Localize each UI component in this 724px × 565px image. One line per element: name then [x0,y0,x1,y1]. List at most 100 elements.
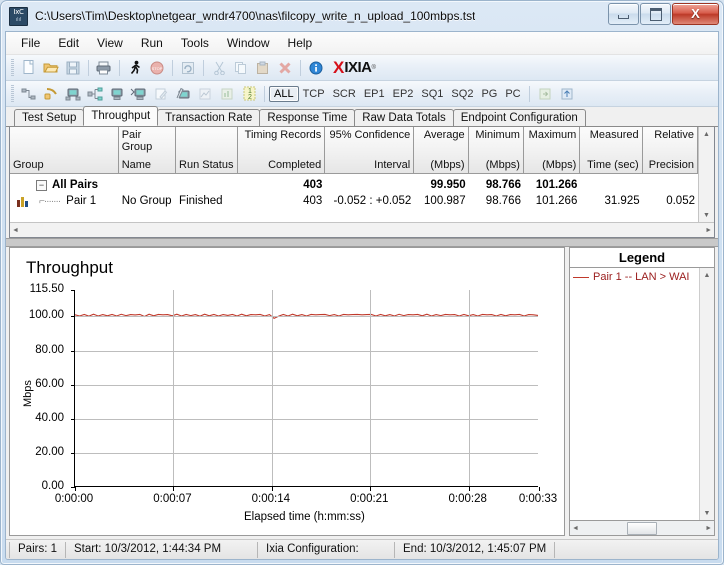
network-icon[interactable] [84,83,106,104]
tab-raw-data-totals[interactable]: Raw Data Totals [354,109,454,126]
column-header-measured-time[interactable]: Measured Time (sec) [580,127,643,174]
chart-x-tick [370,487,371,491]
chart-y-tick [71,316,75,317]
endpoint2-icon[interactable] [128,83,150,104]
tab-transaction-rate[interactable]: Transaction Rate [157,109,261,126]
connect-icon[interactable] [18,83,40,104]
close-button[interactable]: X [672,3,719,25]
chart-y-tick [71,290,75,291]
scroll-left-icon[interactable]: ◄ [572,521,579,535]
import-icon[interactable] [556,83,578,104]
call-icon[interactable] [40,83,62,104]
scroll-up-icon[interactable]: ▲ [699,127,714,141]
filter-all-button[interactable]: ALL [269,85,299,102]
menu-tools[interactable]: Tools [172,34,218,52]
tab-test-setup[interactable]: Test Setup [14,109,85,126]
filter-ep1-button[interactable]: EP1 [360,87,389,101]
scroll-down-icon[interactable]: ▼ [699,208,714,222]
menu-file[interactable]: File [12,34,49,52]
tab-throughput[interactable]: Throughput [83,106,159,126]
status-pairs: Pairs: 1 [9,541,66,558]
cut-icon[interactable] [208,57,230,78]
panel-splitter[interactable] [6,238,718,247]
scroll-left-icon[interactable]: ◄ [12,223,19,237]
table-vertical-scrollbar[interactable]: ▲ ▼ [698,127,714,222]
scroll-thumb[interactable] [627,521,657,535]
menu-help[interactable]: Help [279,34,322,52]
filter-sq1-button[interactable]: SQ1 [417,87,447,101]
report-icon[interactable] [216,83,238,104]
scroll-up-icon[interactable]: ▲ [700,268,714,282]
paste-icon[interactable] [252,57,274,78]
toolbar-grip[interactable] [11,59,14,76]
table-row[interactable]: ⌐······· Pair 1 No Group Finished 403 -0… [10,193,698,209]
maximize-button[interactable] [640,3,671,25]
column-header-label-2: Completed [268,159,322,171]
chart-icon[interactable] [194,83,216,104]
tree-connector-icon: ⌐······· [39,195,61,207]
column-header-relative-precision[interactable]: Relative Precision [642,127,698,174]
toolbar-separator [172,59,173,76]
legend-vertical-scrollbar[interactable]: ▲ ▼ [699,268,714,520]
print-icon[interactable] [93,57,115,78]
cell-relative-precision: 0.052 [666,195,695,207]
filter-ep2-button[interactable]: EP2 [389,87,418,101]
menu-view[interactable]: View [88,34,132,52]
scroll-right-icon[interactable]: ► [705,223,712,237]
column-header-timing-records-completed[interactable]: Timing Records Completed [238,127,326,174]
chart-x-tick [272,487,273,491]
tab-endpoint-configuration[interactable]: Endpoint Configuration [452,109,586,126]
chart-y-tick [71,351,75,352]
table-row[interactable]: − All Pairs 403 99.950 98.766 101.266 [10,177,698,193]
toolbar-separator [88,59,89,76]
edit-script-icon[interactable] [150,83,172,104]
legend-body: Pair 1 -- LAN > WAI ▲ ▼ [569,267,715,521]
filter-pg-button[interactable]: PG [477,87,501,101]
column-header-minimum-mbps[interactable]: Minimum (Mbps) [468,127,524,174]
delete-icon[interactable] [274,57,296,78]
column-header-group[interactable]: Group [10,127,119,174]
legend-panel: Legend Pair 1 -- LAN > WAI ▲ ▼ ◄ ► [569,247,715,536]
column-header-confidence-interval[interactable]: 95% Confidence Interval [325,127,415,174]
endpoint1-icon[interactable] [106,83,128,104]
capture-icon[interactable] [172,83,194,104]
legend-item[interactable]: Pair 1 -- LAN > WAI [573,271,699,283]
pair-order-icon[interactable]: 12 [238,83,260,104]
new-document-icon[interactable] [18,57,40,78]
filter-sq2-button[interactable]: SQ2 [447,87,477,101]
menu-edit[interactable]: Edit [49,34,88,52]
column-header-maximum-mbps[interactable]: Maximum (Mbps) [523,127,581,174]
result-tabs: Test Setup Throughput Transaction Rate R… [6,106,718,127]
scroll-down-icon[interactable]: ▼ [700,506,714,520]
pair-toolbar: 12 ALL TCP SCR EP1 EP2 SQ1 SQ2 PG PC [6,81,718,107]
filter-pc-button[interactable]: PC [501,87,524,101]
column-header-run-status[interactable]: Run Status [176,127,239,174]
column-header-label: Minimum [475,129,520,141]
stop-icon[interactable]: STOP [146,57,168,78]
menu-window[interactable]: Window [218,34,279,52]
column-header-pair-group-name[interactable]: Pair Group Name [118,127,177,174]
column-header-label: Group [13,159,44,171]
minimize-button[interactable] [608,3,639,25]
endpoint-monitor-icon[interactable] [62,83,84,104]
column-header-average-mbps[interactable]: Average (Mbps) [414,127,469,174]
toolbar-grip[interactable] [11,85,14,102]
legend-horizontal-scrollbar[interactable]: ◄ ► [569,521,715,536]
tab-response-time[interactable]: Response Time [259,109,356,126]
open-folder-icon[interactable] [40,57,62,78]
status-end-time: End: 10/3/2012, 1:45:07 PM [395,541,556,558]
menu-run[interactable]: Run [132,34,172,52]
info-icon[interactable] [305,57,327,78]
copy-icon[interactable] [230,57,252,78]
column-header-label-2: Time (sec) [587,159,639,171]
filter-scr-button[interactable]: SCR [329,87,360,101]
table-horizontal-scrollbar[interactable]: ◄ ► [10,222,714,237]
refresh-icon[interactable] [177,57,199,78]
scroll-right-icon[interactable]: ► [705,521,712,535]
save-icon[interactable] [62,57,84,78]
group-expander-icon[interactable]: − [36,179,47,191]
run-icon[interactable] [124,57,146,78]
export-icon[interactable] [534,83,556,104]
filter-tcp-button[interactable]: TCP [299,87,329,101]
column-header-label-2: (Mbps) [542,159,577,171]
